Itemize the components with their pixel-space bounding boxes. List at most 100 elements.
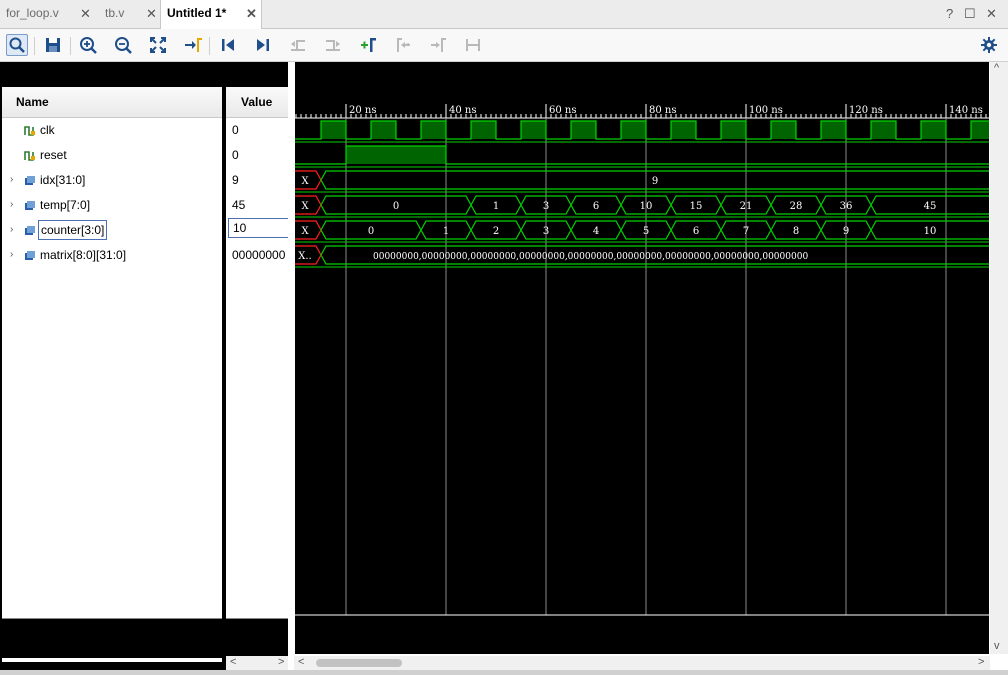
ruler-label: 120 ns: [849, 105, 883, 116]
value-cell-clk: 0: [226, 118, 288, 143]
zoom-fit-icon[interactable]: [147, 34, 169, 56]
waveform-pane[interactable]: 20 ns 40 ns 60 ns 80 ns 100 ns 120 ns 140 ns X 9…: [295, 62, 989, 654]
scroll-down-arrow[interactable]: v: [994, 640, 1000, 652]
counter-value-label: 6: [693, 226, 699, 237]
clk-high-pulse: [821, 121, 846, 139]
clk-high-pulse: [871, 121, 896, 139]
expand-arrow-icon[interactable]: ›: [10, 218, 13, 242]
pane-splitter[interactable]: [288, 62, 294, 672]
add-marker-icon[interactable]: [357, 34, 379, 56]
tab-for-loop[interactable]: for_loop.v ✕: [0, 0, 92, 28]
matrix-value-label: 00000000,00000000,00000000,00000000,0000…: [373, 252, 808, 262]
tab-tb[interactable]: tb.v ✕: [99, 0, 161, 28]
clk-high-pulse: [671, 121, 696, 139]
temp-value-label: 21: [740, 201, 753, 212]
go-to-cursor-icon[interactable]: [182, 34, 204, 56]
value-cell-reset: 0: [226, 143, 288, 168]
unknown-value-label: X: [301, 201, 309, 212]
value-header-spacer: [226, 62, 288, 87]
name-header-label: Name: [16, 95, 49, 109]
wave-hscrollbar[interactable]: < >: [294, 656, 990, 670]
signal-row-idx[interactable]: › idx[31:0]: [2, 168, 222, 193]
counter-value-label: 4: [593, 226, 599, 237]
signal-name: temp[7:0]: [40, 198, 91, 212]
save-icon[interactable]: [42, 34, 64, 56]
clk-high-pulse: [771, 121, 796, 139]
temp-value-label: 6: [593, 201, 599, 212]
value-cell-counter[interactable]: 10: [226, 218, 288, 243]
toolbar-separator: [70, 37, 71, 55]
name-column-header[interactable]: Name: [2, 87, 222, 118]
counter-value-label: 8: [793, 226, 799, 237]
next-marker-icon[interactable]: [427, 34, 449, 56]
go-to-last-time-icon[interactable]: [252, 34, 274, 56]
go-to-time-zero-icon[interactable]: [217, 34, 239, 56]
waveform-canvas[interactable]: 20 ns 40 ns 60 ns 80 ns 100 ns 120 ns 140 ns X 9…: [295, 62, 989, 654]
help-icon[interactable]: ?: [946, 6, 953, 21]
signal-row-temp[interactable]: › temp[7:0]: [2, 193, 222, 218]
value-header-label: Value: [241, 95, 273, 109]
scroll-left-arrow[interactable]: <: [230, 656, 236, 668]
previous-transition-icon[interactable]: [287, 34, 309, 56]
bus-signal-icon: [25, 201, 35, 210]
clk-high-pulse: [721, 121, 746, 139]
zoom-in-icon[interactable]: [77, 34, 99, 56]
signal-name: idx[31:0]: [40, 173, 86, 187]
ruler-label: 80 ns: [649, 105, 676, 116]
signal-value: 0: [232, 123, 239, 137]
expand-arrow-icon[interactable]: ›: [10, 193, 13, 217]
counter-value-label: 7: [743, 226, 749, 237]
value-cell-idx: 9: [226, 168, 288, 193]
swap-cursors-icon[interactable]: [462, 34, 484, 56]
ruler-label: 100 ns: [749, 105, 783, 116]
idx-value-label: 9: [652, 176, 658, 187]
wave-hscroll-thumb[interactable]: [316, 659, 402, 667]
clk-high-pulse: [571, 121, 596, 139]
ruler-label: 20 ns: [349, 105, 376, 116]
name-column: Name clk reset › idx[31:0] › temp[7:0] ›…: [2, 62, 222, 662]
counter-value-label: 2: [493, 226, 499, 237]
signal-row-matrix[interactable]: › matrix[8:0][31:0]: [2, 243, 222, 268]
signal-value: 10: [228, 218, 288, 238]
value-hscrollbar[interactable]: < >: [226, 656, 288, 670]
scroll-right-arrow[interactable]: >: [978, 656, 984, 668]
signal-value: 0: [232, 148, 239, 162]
name-header-spacer: [2, 62, 222, 87]
waveform-toolbar: [0, 29, 1008, 62]
search-icon[interactable]: [6, 34, 28, 56]
scroll-right-arrow[interactable]: >: [278, 656, 284, 668]
clk-high-pulse: [521, 121, 546, 139]
toolbar-separator: [34, 37, 35, 55]
value-cell-matrix: 00000000: [226, 243, 288, 268]
cursor-time-strip: [0, 618, 292, 658]
temp-value-label: 36: [840, 201, 853, 212]
temp-value-label: 10: [640, 201, 653, 212]
signal-row-counter[interactable]: › counter[3:0]: [2, 218, 222, 243]
scroll-left-arrow[interactable]: <: [298, 656, 304, 668]
unknown-value-label: X..: [298, 251, 311, 262]
restore-icon[interactable]: ☐: [964, 6, 976, 22]
wave-vscrollbar[interactable]: ^ v: [990, 62, 1008, 654]
value-column-header[interactable]: Value: [226, 87, 288, 118]
zoom-out-icon[interactable]: [112, 34, 134, 56]
close-window-icon[interactable]: ✕: [986, 6, 997, 22]
expand-arrow-icon[interactable]: ›: [10, 243, 13, 267]
next-transition-icon[interactable]: [322, 34, 344, 56]
close-icon[interactable]: ✕: [146, 0, 157, 27]
previous-marker-icon[interactable]: [392, 34, 414, 56]
counter-value-label: 10: [924, 226, 937, 237]
signal-row-reset[interactable]: reset: [2, 143, 222, 168]
clk-high-pulse: [971, 121, 989, 139]
scroll-up-arrow[interactable]: ^: [994, 62, 999, 74]
settings-icon[interactable]: [978, 34, 1000, 56]
tab-untitled-1[interactable]: Untitled 1* ✕: [160, 0, 262, 29]
signal-list-pane: Name clk reset › idx[31:0] › temp[7:0] ›…: [0, 62, 292, 672]
signal-row-clk[interactable]: clk: [2, 118, 222, 143]
bit-signal-icon: [24, 151, 35, 161]
clk-high-pulse: [471, 121, 496, 139]
close-icon[interactable]: ✕: [80, 0, 91, 27]
bit-signal-icon: [24, 126, 35, 136]
temp-value-label: 15: [690, 201, 703, 212]
expand-arrow-icon[interactable]: ›: [10, 168, 13, 192]
close-icon[interactable]: ✕: [246, 0, 257, 27]
